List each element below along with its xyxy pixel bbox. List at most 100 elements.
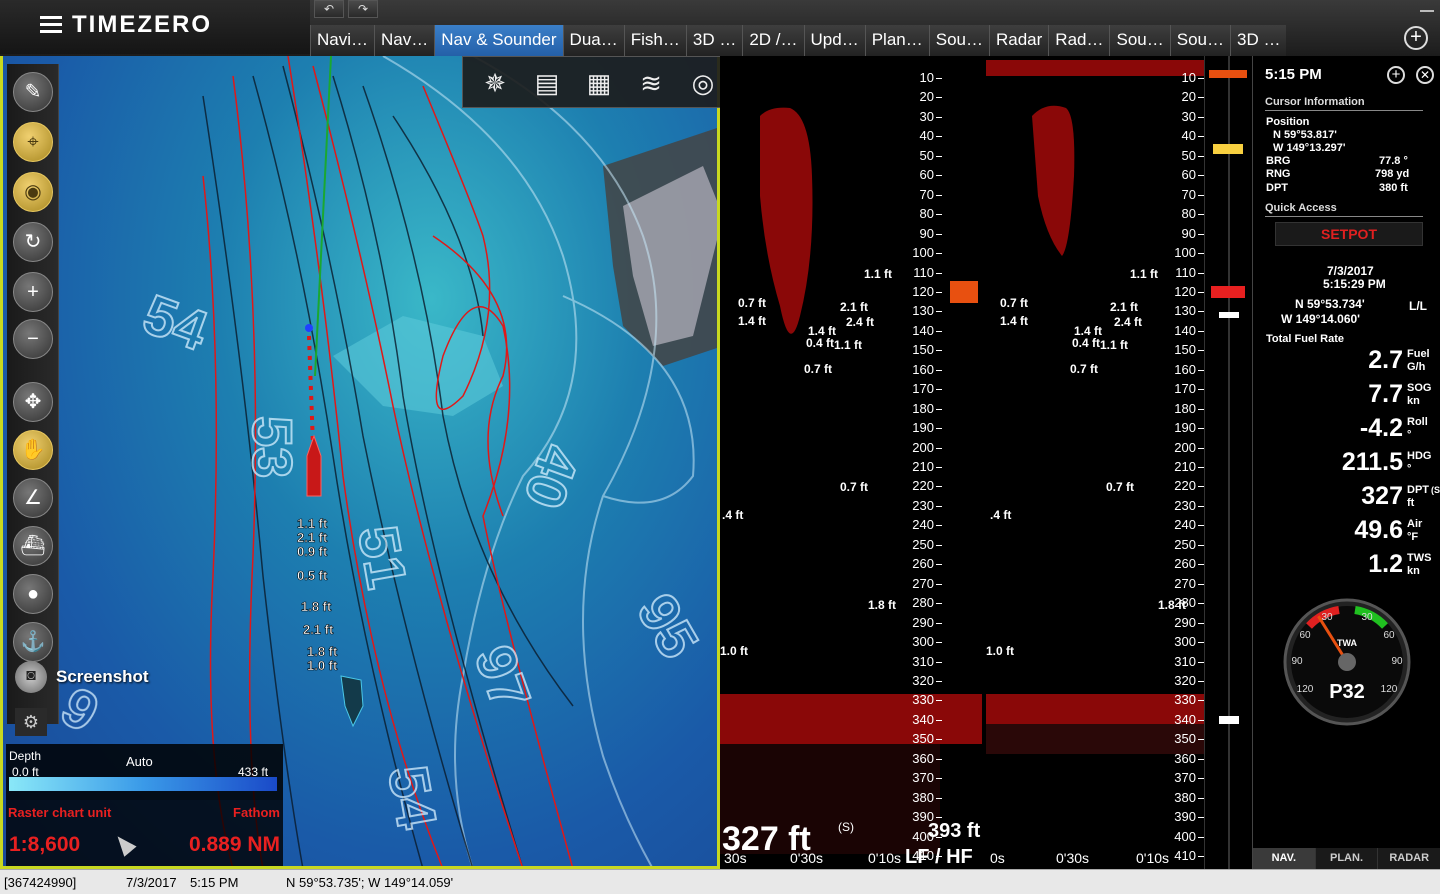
screenshot-label[interactable]: Screenshot [56, 667, 149, 687]
zoom-in-icon[interactable]: + [13, 272, 53, 312]
depth-tick-mark [936, 564, 942, 566]
gauge-label: DPTft (S) [1407, 484, 1440, 510]
gauge-label-name: Air [1407, 518, 1423, 530]
measure-tool-icon[interactable]: ∠ [13, 478, 53, 518]
tab-6[interactable]: 2D /… [742, 25, 804, 56]
minimize-icon[interactable] [1420, 10, 1434, 12]
tab-12[interactable]: Sou… [1109, 25, 1170, 56]
depth-tick-label: 190 [912, 420, 934, 436]
app-window: TIMEZERO ↶ ↷ Navi… Nav… Nav & Sounder Dua… F… [0, 0, 1440, 894]
close-panel-icon[interactable]: ✕ [1416, 66, 1434, 84]
fish-size-label: 2.4 ft [1114, 315, 1143, 329]
fish-size-label: 0.7 ft [1000, 296, 1029, 310]
depth-tick-label: 280 [912, 595, 934, 611]
tab-4[interactable]: Fish… [623, 25, 686, 56]
tab-5[interactable]: 3D … [685, 25, 743, 56]
add-tab-icon[interactable]: + [1404, 26, 1428, 50]
depth-tick-label: 260 [1174, 556, 1196, 572]
tab-3[interactable]: Dua… [562, 25, 624, 56]
depth-tick-label: 10 [919, 70, 934, 85]
contour-label: 40 [512, 437, 593, 517]
settings-gear-icon[interactable]: ⚙ [15, 708, 47, 736]
depth-tick-mark [936, 408, 942, 410]
tab-nav[interactable]: NAV. [1253, 848, 1316, 869]
tab-7[interactable]: Upd… [803, 25, 865, 56]
tab-8[interactable]: Plan… [864, 25, 929, 56]
setpot-button[interactable]: SETPOT [1275, 222, 1423, 246]
depth-tick-label: 70 [919, 186, 934, 202]
fish-size-label: 1.8 ft [868, 598, 897, 612]
cursor-latitude: N 59°53.817' [1273, 129, 1337, 141]
fish-size-label: 1.1 ft [864, 267, 893, 281]
sounder-icon[interactable]: ≋ [633, 65, 669, 101]
tab-plan[interactable]: PLAN. [1316, 848, 1379, 869]
rotate-tool-icon[interactable]: ↻ [13, 222, 53, 262]
depth-tick-label: 320 [912, 672, 934, 688]
route-tool-icon[interactable]: ✎ [13, 72, 53, 112]
fish-size-label: 2.4 ft [846, 315, 875, 329]
tab-13[interactable]: Sou… [1169, 25, 1230, 56]
tab-10[interactable]: Radar [988, 25, 1049, 56]
tab-1[interactable]: Nav… [374, 25, 435, 56]
depth-tick-label: 210 [912, 459, 934, 474]
hamburger-menu-icon[interactable] [40, 16, 62, 34]
tab-14[interactable]: 3D … [1229, 25, 1287, 56]
chart-layers-icon[interactable]: ▤ [529, 65, 565, 101]
depth-color-bar [9, 777, 277, 791]
waypoint-tool-icon[interactable]: ⌖ [13, 122, 53, 162]
depth-mode[interactable]: Auto [126, 754, 153, 769]
depth-tick-mark [936, 233, 942, 235]
tab-radar[interactable]: RADAR [1378, 848, 1440, 869]
vessel-id: [367424990] [4, 875, 77, 890]
redo-icon[interactable]: ↷ [348, 0, 378, 18]
fish-size-label: 0.4 ft [806, 336, 835, 350]
chart-map-icon[interactable]: ▦ [581, 65, 617, 101]
hand-tool-icon[interactable]: ✋ [13, 430, 53, 470]
contour-label: 54 [376, 761, 449, 833]
depth-title: Depth [9, 749, 42, 763]
depth-tick-mark [936, 544, 942, 546]
depth-tick-label: 20 [1181, 89, 1196, 105]
wind-tick: 120 [1381, 684, 1398, 695]
tab-2[interactable]: Nav & Sounder [434, 25, 563, 56]
event-tool-icon[interactable]: ● [13, 574, 53, 614]
depth-tick-label: 230 [1174, 497, 1196, 513]
compass-rose-icon[interactable]: ✵ [477, 65, 513, 101]
camera-icon[interactable]: ◙ [15, 661, 47, 693]
fish-size-label: 0.7 ft [738, 296, 767, 310]
chart-view[interactable]: 54 53 51 40 54 97 95 9 1.1 ft 2.1 ft 0.9… [0, 56, 720, 869]
sounder-lf-pane[interactable]: 10 20 30 40 50 60 70 80 90 100 110 120 130 140 150 160 1… [720, 56, 982, 869]
wind-value: P32 [1329, 681, 1365, 703]
depth-shading-panel[interactable]: Depth Auto 0.0 ft 433 ft [6, 744, 283, 800]
gauge-label-unit: ° [1407, 463, 1412, 475]
sounder-hf-pane[interactable]: 10 20 30 40 50 60 70 80 90 100 110 120 130 140 150 160 1… [986, 56, 1204, 869]
anchor-tool-icon[interactable]: ⚓ [13, 622, 53, 662]
depth-tick-label: 340 [1174, 711, 1196, 727]
contour-label: 95 [625, 583, 711, 668]
track-depth-label: 1.8 ft [307, 644, 338, 659]
radar-icon[interactable]: ◎ [685, 65, 721, 101]
tab-9[interactable]: Sou… [928, 25, 989, 56]
mark-tool-icon[interactable]: ◉ [13, 172, 53, 212]
chart-scale: 1:8,600 [9, 833, 81, 856]
cursor-longitude: W 149°13.297' [1273, 142, 1346, 154]
depth-tick-label: 320 [1174, 672, 1196, 688]
gauge-label-name: TWS [1407, 552, 1432, 564]
add-instrument-icon[interactable]: + [1387, 66, 1405, 84]
tab-0[interactable]: Navi… [310, 25, 375, 56]
gauge-roll: -4.2 Roll ° [1265, 414, 1437, 446]
undo-icon[interactable]: ↶ [314, 0, 344, 18]
boat-tool-icon[interactable]: ⛴ [13, 526, 53, 566]
hf-time-label: 0'10s [1136, 850, 1170, 866]
gauge-label: HDG ° [1407, 450, 1431, 476]
time-value: 5:15:29 PM [1323, 277, 1386, 291]
fish-size-label: 1.1 ft [1100, 338, 1129, 352]
tab-11[interactable]: Rad… [1048, 25, 1110, 56]
depth-tick-label: 310 [912, 653, 934, 669]
gauge-value: 7.7 [1368, 380, 1403, 408]
depth-tick-label: 180 [912, 400, 934, 416]
fish-size-label: 0.7 ft [840, 480, 869, 494]
pan-arrows-icon[interactable]: ✥ [13, 382, 53, 422]
zoom-out-icon[interactable]: − [13, 319, 53, 359]
depth-tick-label: 130 [1174, 303, 1196, 319]
